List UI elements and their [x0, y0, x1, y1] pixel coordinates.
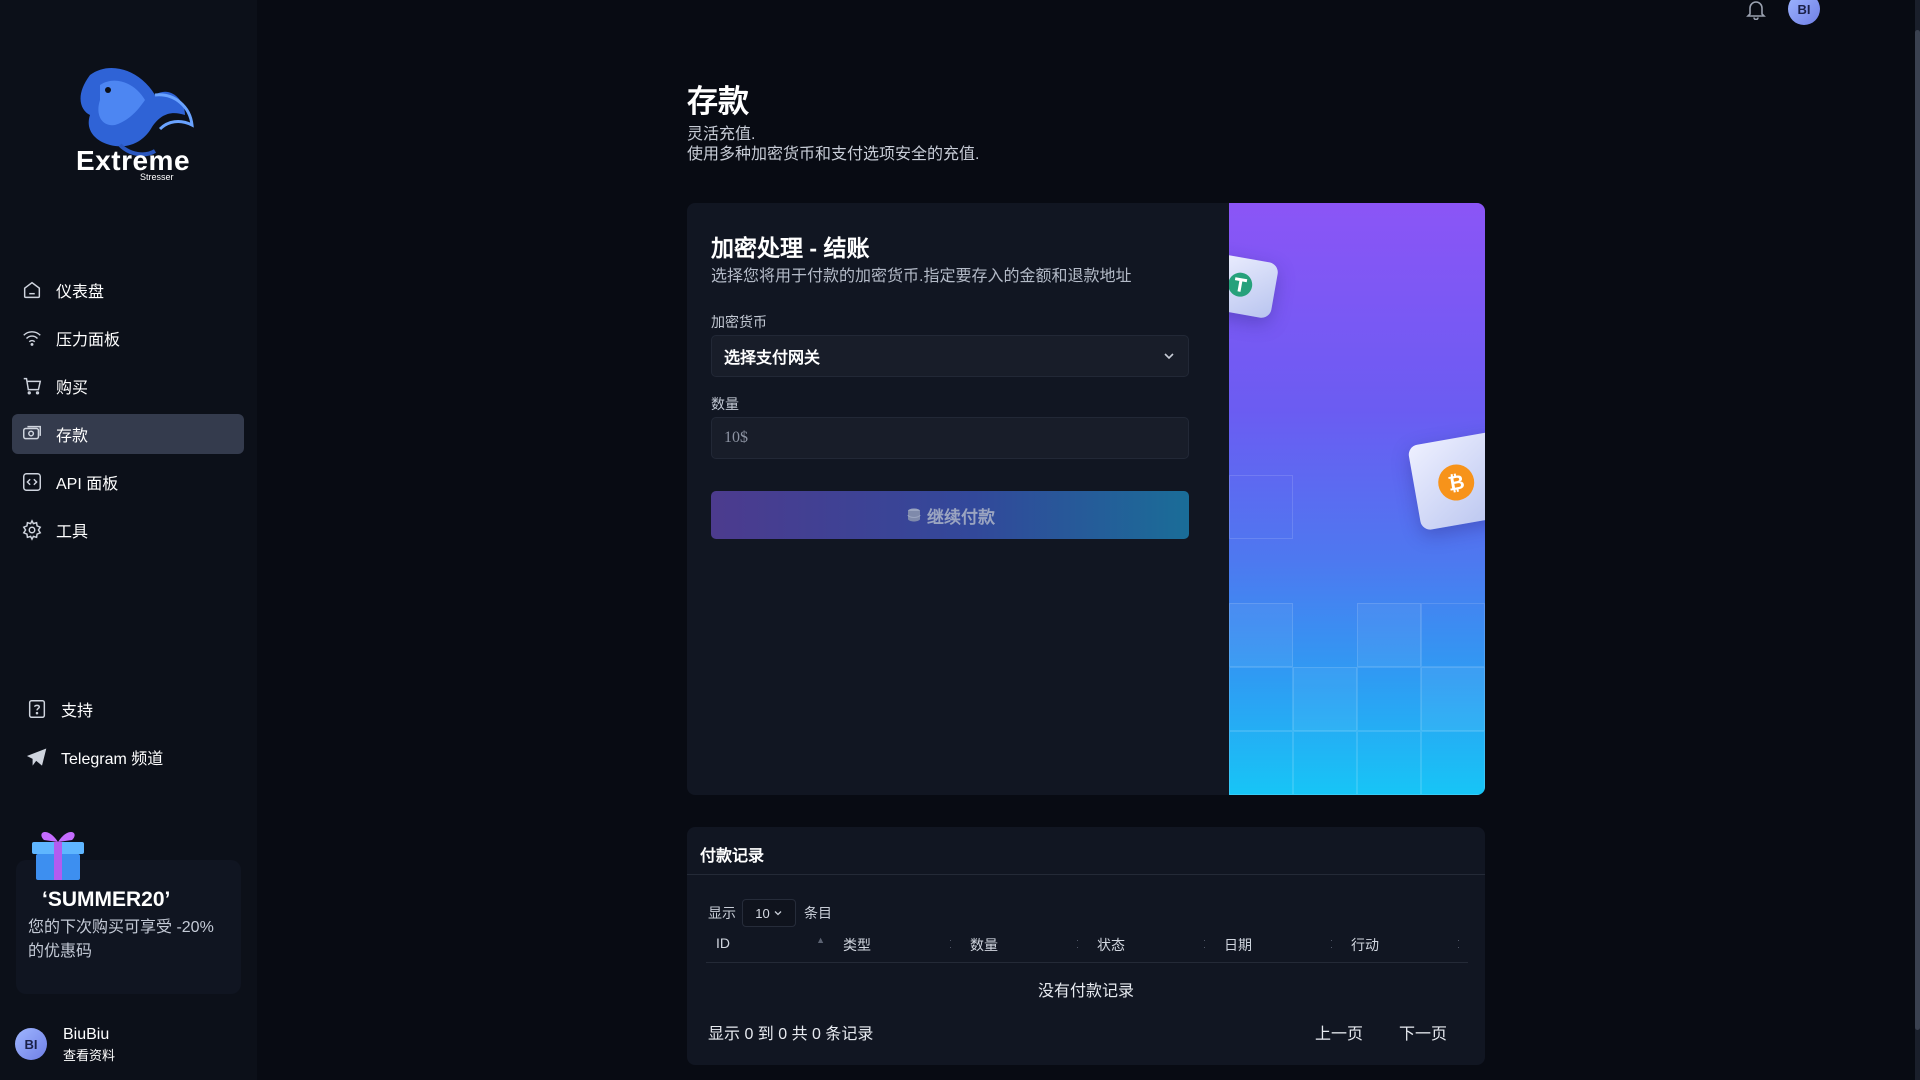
page-scrollbar[interactable] — [1915, 0, 1920, 1080]
gift-icon — [32, 831, 84, 880]
sidebar-nav: 仪表盘 压力面板 购买 存款 API 面板 工具 — [12, 270, 244, 558]
column-header-status[interactable]: 状态 · · — [1087, 935, 1214, 962]
sidebar-item-tools[interactable]: 工具 — [12, 510, 244, 550]
deposit-icon — [20, 422, 44, 446]
bitcoin-icon: ₿ — [1438, 464, 1475, 501]
table-info: 显示 0 到 0 共 0 条记录 — [708, 1026, 874, 1043]
brand-subtitle: Stresser — [140, 172, 174, 182]
promo-code: ‘SUMMER20’ — [42, 888, 171, 911]
sidebar-item-api-panel[interactable]: API 面板 — [12, 462, 244, 502]
empty-table-message: 没有付款记录 — [1037, 983, 1134, 1000]
previous-page-button[interactable]: 上一页 — [1315, 1020, 1363, 1044]
sidebar-item-telegram[interactable]: Telegram 频道 — [17, 737, 249, 777]
sidebar-item-stress-panel[interactable]: 压力面板 — [12, 318, 244, 358]
continue-payment-button[interactable]: 继续付款 — [711, 491, 1189, 539]
sidebar-item-label: 存款 — [56, 428, 89, 445]
table-header: ID ▲ 类型 · · 数量 · · 状态 · · 日期 · · 行动 · · — [706, 935, 1468, 963]
payment-history-title: 付款记录 — [700, 848, 765, 865]
coins-icon — [907, 508, 921, 522]
sidebar-item-label: 压力面板 — [56, 332, 121, 349]
grid-cell — [1293, 731, 1357, 795]
sort-icon: · · — [1457, 935, 1460, 952]
column-header-type[interactable]: 类型 · · — [833, 935, 960, 962]
sidebar-item-label: 购买 — [56, 380, 89, 397]
payment-gateway-select[interactable]: 选择支付网关 — [711, 335, 1189, 377]
home-icon — [20, 278, 44, 302]
grid-cell — [1421, 603, 1485, 667]
promo-description: 您的下次购买可享受 -20% 的优惠码 — [28, 919, 214, 960]
sidebar-item-label: API 面板 — [56, 476, 119, 493]
sidebar-item-deposit[interactable]: 存款 — [12, 414, 244, 454]
checkout-card: 加密处理 - 结账 选择您将用于付款的加密货币.指定要存入的金额和退款地址 加密… — [687, 203, 1485, 795]
page-description: 使用多种加密货币和支付选项安全的充值. — [687, 146, 980, 163]
header-avatar[interactable]: BI — [1788, 0, 1820, 25]
sort-icon: · · — [1203, 935, 1206, 952]
sort-icon: · · — [949, 935, 952, 952]
help-icon — [25, 697, 49, 721]
entries-label: 条目 — [804, 905, 832, 921]
telegram-icon — [25, 745, 49, 769]
sort-icon: · · — [1076, 935, 1079, 952]
chevron-down-icon — [1164, 353, 1174, 360]
grid-cell — [1421, 731, 1485, 795]
tether-icon — [1229, 272, 1253, 297]
grid-cell — [1229, 475, 1293, 539]
grid-cell — [1357, 667, 1421, 731]
show-label: 显示 — [708, 905, 736, 921]
crypto-illustration: ₿ — [1229, 203, 1485, 795]
pagination: 上一页 下一页 — [1279, 1020, 1447, 1044]
page-length-control: 显示 10 条目 — [708, 899, 832, 927]
column-header-id[interactable]: ID ▲ — [706, 935, 833, 962]
user-profile[interactable]: BI BiuBiu 查看资料 — [15, 1024, 115, 1064]
bitcoin-card: ₿ — [1407, 430, 1485, 532]
amount-input[interactable]: 10$ — [711, 417, 1189, 459]
column-header-amount[interactable]: 数量 · · — [960, 935, 1087, 962]
sidebar-item-label: 支持 — [61, 703, 94, 720]
sidebar-secondary-nav: 支持 Telegram 频道 — [17, 689, 249, 785]
column-header-action[interactable]: 行动 · · — [1341, 935, 1468, 962]
chevron-down-icon — [774, 911, 782, 916]
grid-cell — [1357, 603, 1421, 667]
currency-label: 加密货币 — [711, 314, 767, 330]
payment-history-card: 付款记录 显示 10 条目 ID ▲ 类型 · · 数量 · · 状态 · · 日期 · · 行动… — [687, 827, 1485, 1065]
sidebar-item-dashboard[interactable]: 仪表盘 — [12, 270, 244, 310]
sidebar-item-label: 工具 — [56, 524, 89, 541]
sidebar-item-purchase[interactable]: 购买 — [12, 366, 244, 406]
checkout-subtitle: 选择您将用于付款的加密货币.指定要存入的金额和退款地址 — [711, 268, 1132, 285]
sidebar-item-label: 仪表盘 — [56, 284, 105, 301]
user-name: BiuBiu — [63, 1026, 110, 1043]
sort-icon: · · — [1330, 935, 1333, 952]
column-header-date[interactable]: 日期 · · — [1214, 935, 1341, 962]
next-page-button[interactable]: 下一页 — [1399, 1020, 1447, 1044]
sidebar: Extreme Stresser 仪表盘 压力面板 购买 存款 API 面板 工… — [0, 0, 257, 1080]
wifi-icon — [20, 326, 44, 350]
grid-cell — [1357, 731, 1421, 795]
api-icon — [20, 470, 44, 494]
page-size-select[interactable]: 10 — [742, 899, 796, 927]
grid-cell — [1421, 667, 1485, 731]
page-title: 存款 — [687, 84, 749, 119]
grid-cell — [1229, 603, 1293, 667]
sort-icon: ▲ — [816, 935, 825, 945]
bell-icon[interactable] — [1745, 0, 1767, 20]
payment-gateway-value: 选择支付网关 — [724, 350, 821, 367]
page-size-value: 10 — [755, 905, 770, 921]
avatar: BI — [15, 1028, 47, 1060]
sidebar-item-support[interactable]: 支持 — [17, 689, 249, 729]
continue-payment-label: 继续付款 — [927, 507, 995, 527]
grid-cell — [1229, 667, 1293, 731]
grid-cell — [1293, 667, 1357, 731]
scrollbar-thumb[interactable] — [1915, 30, 1920, 1030]
amount-label: 数量 — [711, 396, 739, 412]
payment-history-header: 付款记录 — [687, 827, 1485, 875]
view-profile-link[interactable]: 查看资料 — [63, 1045, 115, 1064]
tether-card — [1229, 252, 1280, 320]
checkout-title: 加密处理 - 结账 — [711, 235, 870, 261]
grid-cell — [1229, 731, 1293, 795]
gear-icon — [20, 518, 44, 542]
cart-icon — [20, 374, 44, 398]
sidebar-item-label: Telegram 频道 — [61, 751, 164, 768]
